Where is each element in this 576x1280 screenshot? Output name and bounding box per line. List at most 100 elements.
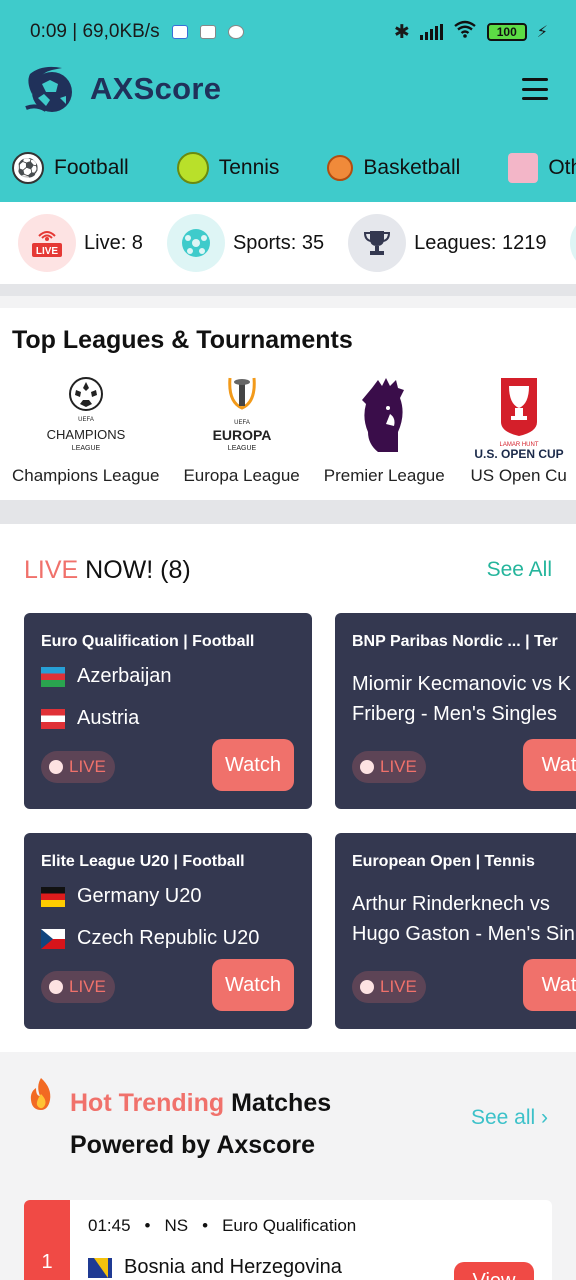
us-open-cup-logo: LAMAR HUNT U.S. OPEN CUP [469,374,569,460]
brand-name: AXScore [90,71,222,106]
europa-league-logo: UEFA EUROPA LEAGUE [192,374,292,460]
logo-text: UEFA [78,417,94,423]
chevron-right-icon: › [541,1106,548,1129]
live-badge: LIVE [352,751,426,783]
hamburger-menu-icon[interactable] [522,78,548,100]
see-all-link[interactable]: See All [487,558,552,582]
stat-live[interactable]: LIVE Live: 8 [18,214,143,272]
live-match-card[interactable]: European Open | Tennis Arthur Rinderknec… [335,833,576,1029]
live-match-card[interactable]: Euro Qualification | Football Azerbaijan… [24,613,312,809]
team-name: Azerbaijan [77,665,172,687]
match-description: Arthur Rinderknech vs Hugo Gaston - Men'… [352,893,575,945]
tennis-ball-icon [176,152,209,184]
watch-button[interactable]: Watch [212,959,294,1011]
separator-dot: • [202,1216,209,1235]
logo-text: U.S. OPEN CUP [474,447,563,460]
charging-icon: ⚡ [536,24,548,41]
tab-label: Basketball [363,156,461,179]
tab-label: Tennis [218,156,280,179]
champions-league-logo: UEFA CHAMPIONS LEAGUE [36,374,136,460]
wifi-icon [453,20,477,44]
top-leagues-section: Top Leagues & Tournaments UEFA CHAMPIONS… [0,308,576,500]
trophy-icon [348,214,407,272]
status-bar: 0:09 | 69,0KB/s ✱ 100 ⚡ [30,20,548,44]
azerbaijan-flag-icon [41,666,65,687]
match-time: 01:45 [88,1216,131,1235]
live-badge: LIVE [41,971,115,1003]
premier-league-lion-logo [334,374,434,460]
bluetooth-icon: ✱ [393,21,410,43]
league-name: Premier League [323,466,445,485]
tab-tennis[interactable]: Tennis [176,152,280,184]
match-competition: Euro Qualification [222,1216,357,1235]
team-name: Czech Republic U20 [77,927,260,949]
league-item-premier[interactable]: Premier League [324,374,445,494]
live-now-section: LIVE NOW! (8) See All Euro Qualification… [0,524,576,1052]
notification-icon [171,25,188,39]
live-now-title: LIVE NOW! (8) [24,556,191,584]
logo-text: LEAGUE [227,445,256,452]
notification-icon [227,25,244,39]
view-button[interactable]: View [454,1262,534,1280]
league-item-us-open-cup[interactable]: LAMAR HUNT U.S. OPEN CUP US Open Cu [469,374,569,494]
logo-text: UEFA [234,420,250,426]
tab-label: Oth [548,156,576,179]
status-time-speed: 0:09 | 69,0KB/s [30,21,160,42]
trending-section: Hot Trending Matches Powered by Axscore … [0,1052,576,1280]
notification-icon [199,25,216,39]
team-row: Germany U20 [41,885,202,908]
section-divider [0,500,576,524]
battery-icon: 100 [486,23,527,41]
other-sports-icon [508,153,539,183]
team-name: Germany U20 [77,885,202,907]
live-badge: LIVE [352,971,426,1003]
austria-flag-icon [41,708,65,729]
more-icon [570,214,576,272]
tab-other[interactable]: Oth [508,153,576,183]
match-competition: BNP Paribas Nordic ... | Ter [352,633,558,650]
match-competition: Euro Qualification | Football [41,633,255,650]
axscore-logo-icon [22,64,76,114]
stat-label: Sports: 35 [232,231,325,254]
stat-more[interactable] [570,214,576,272]
svg-text:LIVE: LIVE [36,246,59,257]
league-item-europa[interactable]: UEFA EUROPA LEAGUE Europa League [183,374,300,494]
brand-logo[interactable]: AXScore [22,64,221,114]
stat-label: Leagues: 1219 [414,231,547,254]
soccer-ball-icon [166,214,225,272]
stats-row: LIVE Live: 8 Sports: 35 Leagues: 1219 [0,202,576,296]
live-badge: LIVE [41,751,115,783]
team-row: Bosnia and Herzegovina [88,1256,342,1279]
sport-tabs: ⚽ Football Tennis Basketball Oth [0,148,576,188]
watch-button[interactable]: Watc [523,959,576,1011]
app-header: 0:09 | 69,0KB/s ✱ 100 ⚡ AXScore ⚽ Footba… [0,0,576,202]
team-row: Czech Republic U20 [41,927,259,950]
stat-leagues[interactable]: Leagues: 1219 [348,214,546,272]
logo-text: CHAMPIONS [46,427,125,442]
team-row: Austria [41,707,139,730]
live-match-card[interactable]: BNP Paribas Nordic ... | Ter Miomir Kecm… [335,613,576,809]
league-item-champions[interactable]: UEFA CHAMPIONS LEAGUE Champions League [12,374,159,494]
league-name: US Open Cu [470,466,567,485]
stat-sports[interactable]: Sports: 35 [166,214,325,272]
watch-button[interactable]: Watch [212,739,294,791]
watch-button[interactable]: Watc [523,739,576,791]
tab-football[interactable]: ⚽ Football [12,152,129,184]
fire-icon [26,1076,56,1120]
league-name: Champions League [12,466,160,485]
tab-basketball[interactable]: Basketball [327,155,460,181]
league-name: Europa League [183,466,300,485]
logo-text: LEAGUE [72,445,101,452]
live-broadcast-icon: LIVE [18,214,76,272]
live-match-card[interactable]: Elite League U20 | Football Germany U20 … [24,833,312,1029]
tab-label: Football [54,156,129,179]
match-status: NS [164,1216,189,1235]
czech-flag-icon [41,928,65,949]
bosnia-flag-icon [88,1257,112,1278]
see-all-link[interactable]: See all › [471,1106,548,1130]
rank-badge: 1 [24,1200,70,1280]
soccer-ball-icon: ⚽ [12,152,44,184]
match-meta: 01:45 • NS • Euro Qualification [88,1216,356,1236]
germany-flag-icon [41,886,65,907]
trending-match-card[interactable]: 1 01:45 • NS • Euro Qualification Bosnia… [24,1200,552,1280]
